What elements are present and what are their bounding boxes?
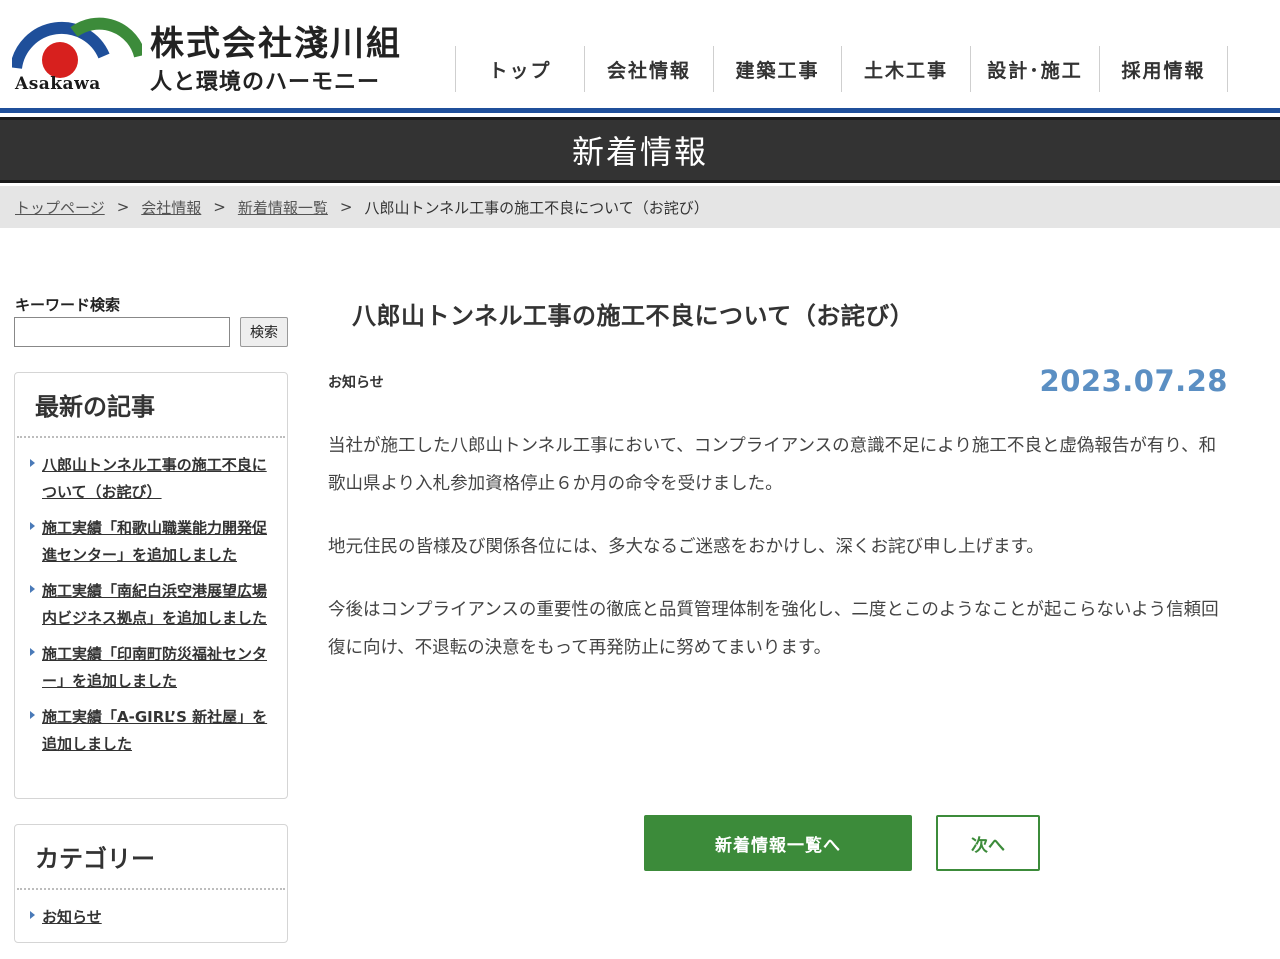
- recent-post-link[interactable]: 施工実績「南紀白浜空港展望広場内ビジネス拠点」を追加しました: [42, 578, 277, 632]
- article-date: 2023.07.28: [1039, 364, 1228, 398]
- news-list-button[interactable]: 新着情報一覧へ: [644, 815, 912, 871]
- breadcrumb-separator: >: [339, 198, 353, 216]
- category-title: カテゴリー: [17, 825, 285, 890]
- list-item: 施工実績「印南町防災福祉センター」を追加しました: [27, 641, 277, 695]
- article-title: 八郎山トンネル工事の施工不良について（お詫び）: [352, 302, 915, 330]
- recent-post-link[interactable]: 施工実績「印南町防災福祉センター」を追加しました: [42, 641, 277, 695]
- global-nav: トップ 会社情報 建築工事 土木工事 設計･施工 採用情報: [455, 46, 1228, 92]
- category-link[interactable]: お知らせ: [42, 904, 277, 931]
- nav-item-recruit[interactable]: 採用情報: [1099, 46, 1228, 92]
- nav-item-company[interactable]: 会社情報: [584, 46, 713, 92]
- list-item: 施工実績「A-GIRL’S 新社屋」を追加しました: [27, 704, 277, 758]
- nav-item-top[interactable]: トップ: [455, 46, 584, 92]
- page-title: 新着情報: [571, 133, 708, 171]
- recent-post-link[interactable]: 施工実績「A-GIRL’S 新社屋」を追加しました: [42, 704, 277, 758]
- article-body: 当社が施工した八郎山トンネル工事において、コンプライアンスの意識不足により施工不…: [328, 427, 1233, 692]
- next-button[interactable]: 次へ: [936, 815, 1040, 871]
- recent-post-link[interactable]: 八郎山トンネル工事の施工不良について（お詫び）: [42, 452, 277, 506]
- list-item: 施工実績「和歌山職業能力開発促進センター」を追加しました: [27, 515, 277, 569]
- logo-text: Asakawa: [15, 74, 101, 94]
- recent-posts-widget: 最新の記事 八郎山トンネル工事の施工不良について（お詫び） 施工実績「和歌山職業…: [14, 372, 288, 799]
- article-paragraph: 地元住民の皆様及び関係各位には、多大なるご迷惑をおかけし、深くお詫び申し上げます…: [328, 537, 1044, 557]
- search-input[interactable]: [14, 317, 230, 347]
- article-category: お知らせ: [328, 375, 384, 391]
- nav-item-civil-engineering[interactable]: 土木工事: [841, 46, 970, 92]
- list-item: 八郎山トンネル工事の施工不良について（お詫び）: [27, 452, 277, 506]
- company-name[interactable]: 株式会社淺川組: [150, 24, 402, 64]
- recent-posts-list: 八郎山トンネル工事の施工不良について（お詫び） 施工実績「和歌山職業能力開発促進…: [15, 438, 287, 758]
- article-paragraph: 今後はコンプライアンスの重要性の徹底と品質管理体制を強化し、二度とこのようなこと…: [328, 600, 1219, 658]
- recent-posts-title: 最新の記事: [17, 373, 285, 438]
- nav-item-design-build[interactable]: 設計･施工: [970, 46, 1099, 92]
- company-slogan: 人と環境のハーモニー: [150, 69, 381, 95]
- article-paragraph: 当社が施工した八郎山トンネル工事において、コンプライアンスの意識不足により施工不…: [328, 436, 1217, 494]
- nav-item-construction[interactable]: 建築工事: [713, 46, 841, 92]
- breadcrumb-link-news-list[interactable]: 新着情報一覧: [238, 197, 328, 218]
- category-list: お知らせ: [15, 890, 287, 931]
- category-widget: カテゴリー お知らせ: [14, 824, 288, 943]
- site-header: Asakawa 株式会社淺川組 人と環境のハーモニー トップ 会社情報 建築工事…: [0, 0, 1280, 108]
- search-label: キーワード検索: [15, 296, 121, 314]
- list-item: 施工実績「南紀白浜空港展望広場内ビジネス拠点」を追加しました: [27, 578, 277, 632]
- breadcrumb-separator: >: [116, 198, 130, 216]
- breadcrumb-separator: >: [213, 198, 226, 216]
- breadcrumb-current: 八郎山トンネル工事の施工不良について（お詫び）: [364, 198, 709, 217]
- breadcrumb: トップページ > 会社情報 > 新着情報一覧 > 八郎山トンネル工事の施工不良に…: [0, 186, 1280, 228]
- breadcrumb-link-company[interactable]: 会社情報: [141, 197, 201, 218]
- recent-post-link[interactable]: 施工実績「和歌山職業能力開発促進センター」を追加しました: [42, 515, 277, 569]
- search-button[interactable]: 検索: [240, 317, 288, 347]
- list-item: お知らせ: [27, 904, 277, 931]
- breadcrumb-link-top[interactable]: トップページ: [15, 197, 105, 218]
- page-title-bar: 新着情報: [0, 117, 1280, 183]
